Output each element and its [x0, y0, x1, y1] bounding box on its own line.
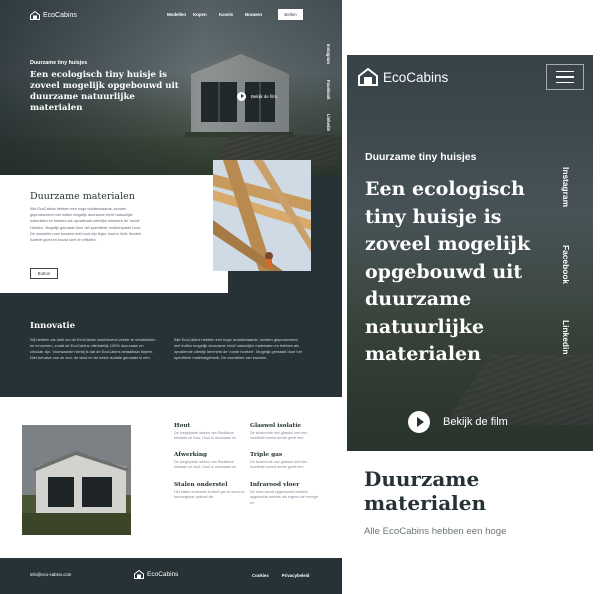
social-facebook[interactable]: Facebook — [326, 80, 331, 100]
feature-text: De isolerende van glaswol met een luxele… — [250, 460, 308, 470]
materials-button[interactable]: Button — [30, 268, 58, 279]
wood-beams-image — [213, 160, 311, 271]
feature-title: Infrarood vloer — [250, 482, 300, 488]
footer-link-cookies[interactable]: Cookies — [252, 573, 269, 578]
innovation-heading: Innovatie — [30, 321, 76, 331]
feature-glaswol: Glaswol isolatie De isolerende van glasw… — [250, 423, 322, 442]
social-linkedin[interactable]: Linkedin — [561, 320, 571, 354]
hero-title: Een ecologisch tiny huisje is zoveel mog… — [30, 70, 179, 113]
call-button[interactable]: Bellen — [278, 9, 303, 20]
logo-text: EcoCabins — [43, 12, 77, 19]
innovation-section: Innovatie Wij hebben als doel om de EcoC… — [0, 175, 342, 397]
footer-logo-text: EcoCabins — [147, 571, 179, 578]
desktop-hero: EcoCabins Modellen Kopen Kavels Bouwen B… — [0, 0, 342, 175]
mobile-play-label: Bekijk de film — [443, 416, 508, 428]
feature-text: Het stalen onderstel is sterk gie en kou… — [174, 490, 245, 500]
feature-text: De toegepaste lanken van Radiatore besta… — [174, 431, 237, 441]
feature-afwerking: Afwerking De toegepaste lanken van Radia… — [174, 452, 246, 471]
mobile-mockup: EcoCabins Duurzame tiny huisjes Een ecol… — [347, 55, 593, 594]
feature-title: Hout — [174, 423, 191, 429]
footer-email[interactable]: info@eco-cabins.com — [30, 572, 71, 577]
desktop-mockup: EcoCabins Modellen Kopen Kavels Bouwen B… — [0, 0, 342, 594]
feature-text: De isolerende van glaswol met een luxele… — [250, 431, 308, 441]
footer-link-privacy[interactable]: Privacybeleid — [282, 573, 310, 578]
mobile-materials-text: Alle EcoCabins hebben een hoge — [364, 526, 507, 537]
feature-title: Stalen onderstel — [174, 482, 228, 488]
materials-heading: Duurzame materialen — [30, 191, 135, 202]
play-label: Bekijk de film — [251, 94, 277, 99]
cabin-logo-icon — [358, 68, 378, 86]
feature-title: Glaswol isolatie — [250, 423, 302, 429]
mobile-hero-title: Een ecologisch tiny huisje is zoveel mog… — [365, 178, 531, 365]
social-linkedin[interactable]: Linkedin — [326, 114, 331, 131]
innovation-text-2: Alle EcoCabins hebben een hoge isolatiew… — [174, 337, 302, 360]
features-section: Hout De toegepaste lanken van Radiatore … — [0, 397, 342, 558]
play-film-button[interactable]: Bekijk de film — [237, 92, 277, 101]
hamburger-menu-icon[interactable] — [546, 64, 584, 90]
nav-item-kopen[interactable]: Kopen — [193, 12, 219, 17]
social-facebook[interactable]: Facebook — [561, 245, 571, 284]
nav-item-kavels[interactable]: Kavels — [219, 12, 245, 17]
feature-text: De toegepaste lanken van Radiatore besta… — [174, 460, 237, 470]
mobile-hero: EcoCabins Duurzame tiny huisjes Een ecol… — [347, 55, 593, 451]
main-nav: Modellen Kopen Kavels Bouwen — [167, 12, 271, 17]
hero-kicker: Duurzame tiny huisjes — [30, 60, 88, 66]
play-icon — [408, 411, 430, 433]
feature-triple-gas: Triple gas De isolerende van glaswol met… — [250, 452, 322, 471]
mobile-play-film-button[interactable]: Bekijk de film — [408, 411, 508, 433]
footer-logo[interactable]: EcoCabins — [134, 570, 178, 579]
footer: info@eco-cabins.com EcoCabins Cookies Pr… — [0, 558, 342, 594]
social-instagram[interactable]: Instagram — [326, 44, 331, 64]
cabin-photo — [22, 425, 131, 535]
mobile-logo[interactable]: EcoCabins — [358, 68, 448, 86]
mobile-materials-heading: Duurzame materialen — [364, 467, 487, 515]
innovation-text-1: Wij hebben als doel om de EcoCabins voor… — [30, 337, 156, 360]
cabin-logo-icon — [134, 570, 144, 579]
footer-links: Cookies Privacybeleid — [252, 573, 309, 578]
cabin-logo-icon — [30, 11, 40, 20]
social-instagram[interactable]: Instagram — [561, 167, 571, 207]
materials-section: Duurzame materialen Alle EcoCabins hebbe… — [0, 175, 228, 293]
logo[interactable]: EcoCabins — [30, 11, 77, 20]
mobile-logo-text: EcoCabins — [383, 69, 449, 85]
feature-title: Afwerking — [174, 452, 208, 458]
nav-item-modellen[interactable]: Modellen — [167, 12, 193, 17]
mobile-hero-kicker: Duurzame tiny huisjes — [365, 151, 477, 163]
play-icon — [237, 92, 246, 101]
feature-title: Triple gas — [250, 452, 283, 458]
feature-text: De vloer wordt opgewarmd middels opgewek… — [250, 490, 319, 505]
nav-item-bouwen[interactable]: Bouwen — [245, 12, 271, 17]
materials-text: Alle EcoCabins hebben een hoge isolatiew… — [30, 207, 142, 243]
feature-stalen-onderstel: Stalen onderstel Het stalen onderstel is… — [174, 482, 246, 501]
feature-hout: Hout De toegepaste lanken van Radiatore … — [174, 423, 246, 442]
feature-infrarood-vloer: Infrarood vloer De vloer wordt opgewarmd… — [250, 482, 322, 506]
